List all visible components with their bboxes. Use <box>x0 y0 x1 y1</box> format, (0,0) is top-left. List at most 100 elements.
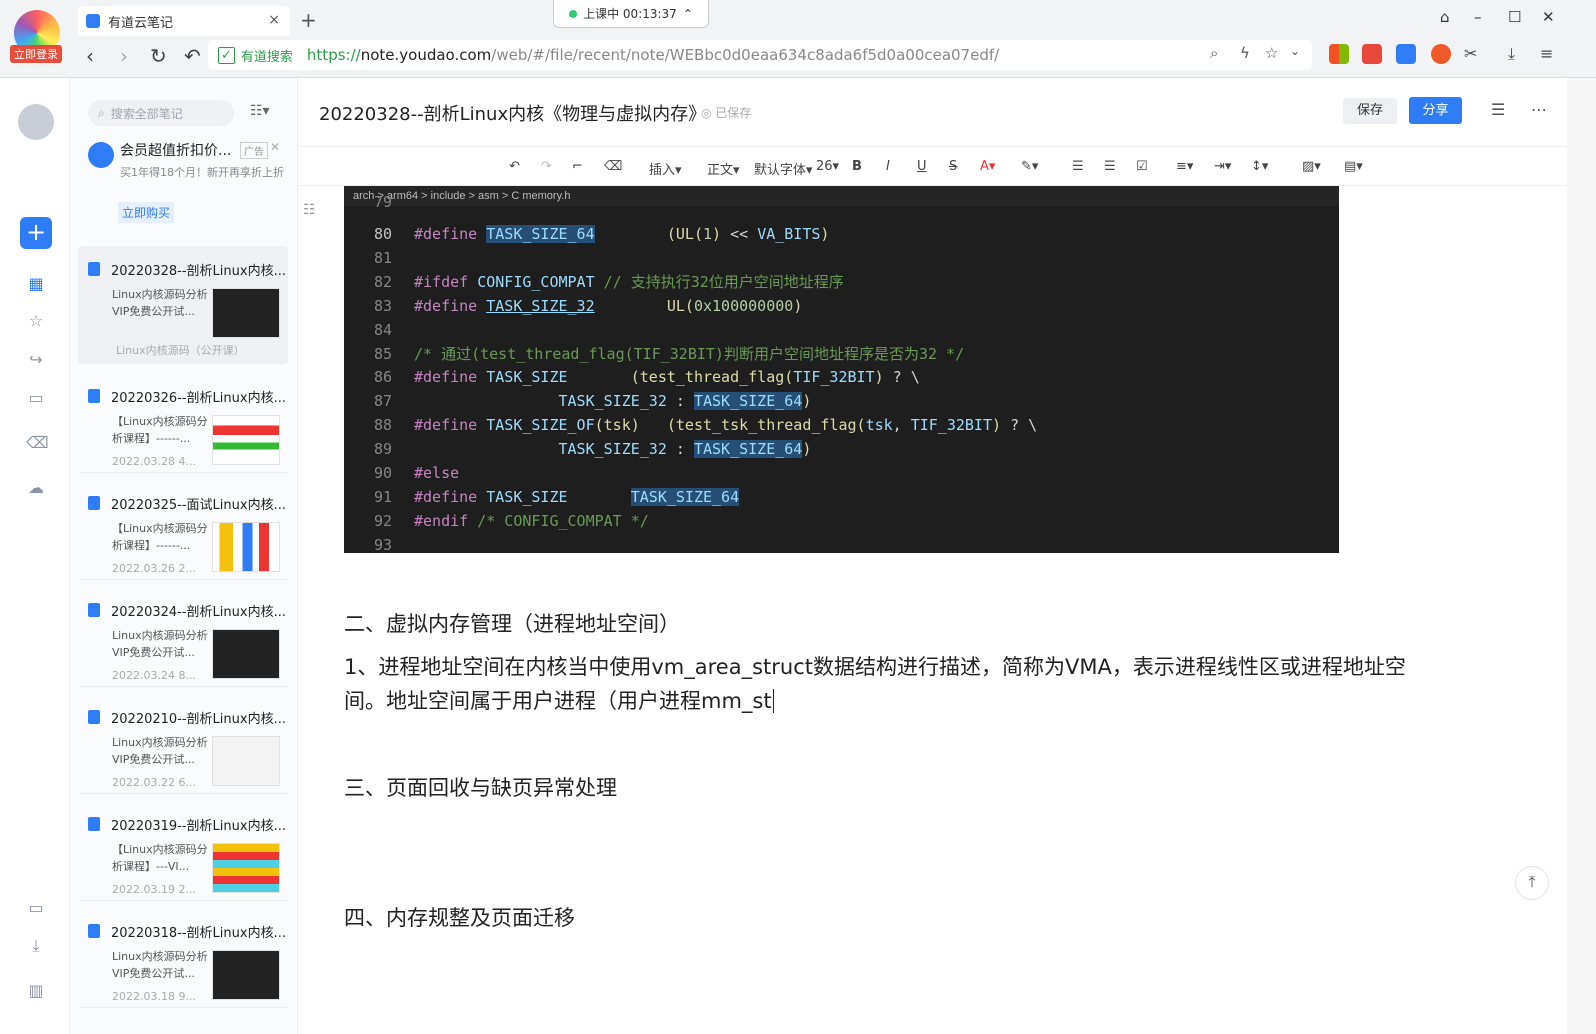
scissors-icon[interactable]: ✂ <box>1464 44 1484 64</box>
search-engine-label[interactable]: 有道搜索 <box>241 46 293 65</box>
bold-icon[interactable]: B <box>852 159 862 174</box>
paragraph-style-select[interactable]: 正文▾ <box>707 159 740 178</box>
highlight-icon[interactable]: ✎▾ <box>1021 159 1038 174</box>
note-thumbnail <box>212 736 280 786</box>
extension-icon[interactable] <box>1396 44 1416 64</box>
section-heading-4[interactable]: 四、内存规整及页面迁移 <box>344 902 575 932</box>
format-painter-icon[interactable]: ⌐ <box>572 159 583 174</box>
clear-format-icon[interactable]: ▨▾ <box>1302 159 1321 174</box>
ad-close-icon[interactable]: ✕ <box>270 140 280 154</box>
list-item[interactable]: 20220210--剖析Linux内核... Linux内核源码分析VIP免费公… <box>78 694 288 794</box>
list-item[interactable]: 20220325--面试Linux内核... 【Linux内核源码分析课程】--… <box>78 480 288 580</box>
maximize-button[interactable]: ☐ <box>1508 8 1521 26</box>
insert-menu[interactable]: 插入▾ <box>649 159 682 178</box>
apps-icon[interactable] <box>1329 44 1349 64</box>
class-status-pill[interactable]: 上课中 00:13:37 ⌃ <box>553 0 709 28</box>
extension-2-icon[interactable] <box>1431 44 1451 64</box>
download-icon[interactable]: ⤓ <box>1508 44 1528 64</box>
template-icon[interactable]: ▤▾ <box>1344 159 1363 174</box>
code-text: #define TASK_SIZE_32 UL(0x100000000) <box>414 296 803 315</box>
back-to-top-button[interactable]: ⤒ <box>1515 866 1549 900</box>
tab-close-icon[interactable]: × <box>268 12 280 28</box>
save-button[interactable]: 保存 <box>1343 98 1397 124</box>
new-note-button[interactable]: + <box>20 217 52 249</box>
undo-close-button[interactable]: ↶ <box>184 44 201 68</box>
section-heading-2[interactable]: 二、虚拟内存管理（进程地址空间） <box>344 608 680 638</box>
numbered-list-icon[interactable]: ☰ <box>1104 159 1116 174</box>
strikethrough-icon[interactable]: S <box>949 159 957 174</box>
monitor-icon[interactable]: ▭ <box>26 898 46 918</box>
section-heading-3[interactable]: 三、页面回收与缺页异常处理 <box>344 772 617 802</box>
tab-title: 有道云笔记 <box>108 15 174 31</box>
note-date: 2022.03.26 2... <box>112 562 196 575</box>
folder-icon[interactable]: ▭ <box>26 388 46 408</box>
undo-icon[interactable]: ↶ <box>509 159 520 174</box>
outline-toggle-icon[interactable]: ☷ <box>303 202 316 218</box>
list-item[interactable]: 20220318--剖析Linux内核... Linux内核源码分析VIP免费公… <box>78 908 288 1008</box>
paragraph-1-line-2[interactable]: 间。地址空间属于用户进程（用户进程mm_st​ <box>344 685 774 715</box>
lightning-icon[interactable]: ϟ <box>1240 44 1260 64</box>
list-item[interactable]: 20220324--剖析Linux内核... Linux内核源码分析VIP免费公… <box>78 587 288 687</box>
redo-icon[interactable]: ↷ <box>541 159 552 174</box>
forward-button[interactable]: › <box>120 44 128 68</box>
avatar[interactable] <box>18 104 54 140</box>
view-mode-button[interactable]: ☷▾ <box>250 103 270 119</box>
zoom-icon[interactable]: ⌕ <box>1210 44 1230 64</box>
list-item[interactable]: 20220326--剖析Linux内核... 【Linux内核源码分析课程】--… <box>78 373 288 473</box>
more-icon[interactable]: ⋯ <box>1531 100 1547 119</box>
outline-search-icon[interactable]: ☰ <box>1491 100 1505 119</box>
bullet-list-icon[interactable]: ☰ <box>1072 159 1084 174</box>
search-placeholder: 搜索全部笔记 <box>110 106 183 121</box>
note-doc-icon <box>88 603 100 617</box>
line-number: 85 <box>373 344 392 363</box>
code-line: 93 <box>344 533 1339 553</box>
text-color-icon[interactable]: A▾ <box>980 159 995 174</box>
line-height-icon[interactable]: ↕▾ <box>1251 159 1268 174</box>
align-icon[interactable]: ≡▾ <box>1176 159 1193 174</box>
star-icon[interactable]: ☆ <box>26 311 46 331</box>
page-title[interactable]: 20220328--剖析Linux内核《物理与虚拟内存》 <box>319 100 706 126</box>
checklist-icon[interactable]: ☑ <box>1136 159 1148 174</box>
close-window-button[interactable]: ✕ <box>1542 8 1555 26</box>
scrollbar[interactable] <box>1567 78 1596 1034</box>
trash-icon[interactable]: ⌫ <box>26 433 49 453</box>
italic-icon[interactable]: I <box>886 159 890 174</box>
buy-now-button[interactable]: 立即购买 <box>118 202 175 223</box>
font-family-select[interactable]: 默认字体▾ <box>754 159 813 178</box>
list-item[interactable]: 20220328--剖析Linux内核... Linux内核源码分析VIP免费公… <box>78 246 288 364</box>
share-icon[interactable]: ↪ <box>26 350 46 370</box>
star-icon[interactable]: ☆ <box>1265 44 1285 64</box>
note-doc-icon <box>88 496 100 510</box>
minimize-button[interactable]: – <box>1474 8 1482 26</box>
new-tab-button[interactable]: + <box>300 8 317 32</box>
note-desc: Linux内核源码分析VIP免费公开试... <box>112 950 208 980</box>
list-item[interactable]: 20220319--剖析Linux内核... 【Linux内核源码分析课程】--… <box>78 801 288 901</box>
recent-icon[interactable]: ▦ <box>26 274 46 294</box>
share-button[interactable]: 分享 <box>1409 97 1462 124</box>
skin-icon[interactable]: ⌂ <box>1440 8 1450 26</box>
note-doc-icon <box>88 262 100 276</box>
menu-icon[interactable]: ≡ <box>1540 44 1560 64</box>
reload-button[interactable]: ↻ <box>150 44 167 68</box>
eraser-icon[interactable]: ⌫ <box>604 159 622 174</box>
tab-youdao-note[interactable]: 有道云笔记 × <box>78 6 290 36</box>
address-bar[interactable]: ✓ 有道搜索 https:// note.youdao.com /web/#/f… <box>208 40 1312 70</box>
code-line: 79 <box>344 190 1339 214</box>
indent-icon[interactable]: ⇥▾ <box>1214 159 1231 174</box>
left-rail: + ▦ ☆ ↪ ▭ ⌫ ☁ ▭ ⤓ ▥ <box>0 78 70 1034</box>
note-desc: Linux内核源码分析VIP免费公开试... <box>112 288 208 318</box>
search-input[interactable]: ⌕ 搜索全部笔记 <box>88 100 234 126</box>
underline-icon[interactable]: U <box>917 159 927 174</box>
sidebar-toggle-icon[interactable]: ▥ <box>26 981 46 1001</box>
ad-card[interactable]: 会员超值折扣价... 广告 ✕ 买1年得18个月！新开再享折上折 立即购买 <box>82 136 292 228</box>
back-button[interactable]: ‹ <box>86 44 94 68</box>
font-size-select[interactable]: 26▾ <box>816 159 839 174</box>
import-icon[interactable]: ⤓ <box>26 936 46 956</box>
login-badge[interactable]: 立即登录 <box>10 45 62 63</box>
code-text: #endif /* CONFIG_COMPAT */ <box>414 511 649 530</box>
game-icon[interactable] <box>1362 44 1382 64</box>
paragraph-1-line-1[interactable]: 1、进程地址空间在内核当中使用vm_area_struct数据结构进行描述，简称… <box>344 651 1406 681</box>
cloud-icon[interactable]: ☁ <box>26 478 46 498</box>
dropdown-icon[interactable]: ⌄ <box>1290 44 1310 64</box>
note-desc: 【Linux内核源码分析课程】------... <box>112 522 208 552</box>
